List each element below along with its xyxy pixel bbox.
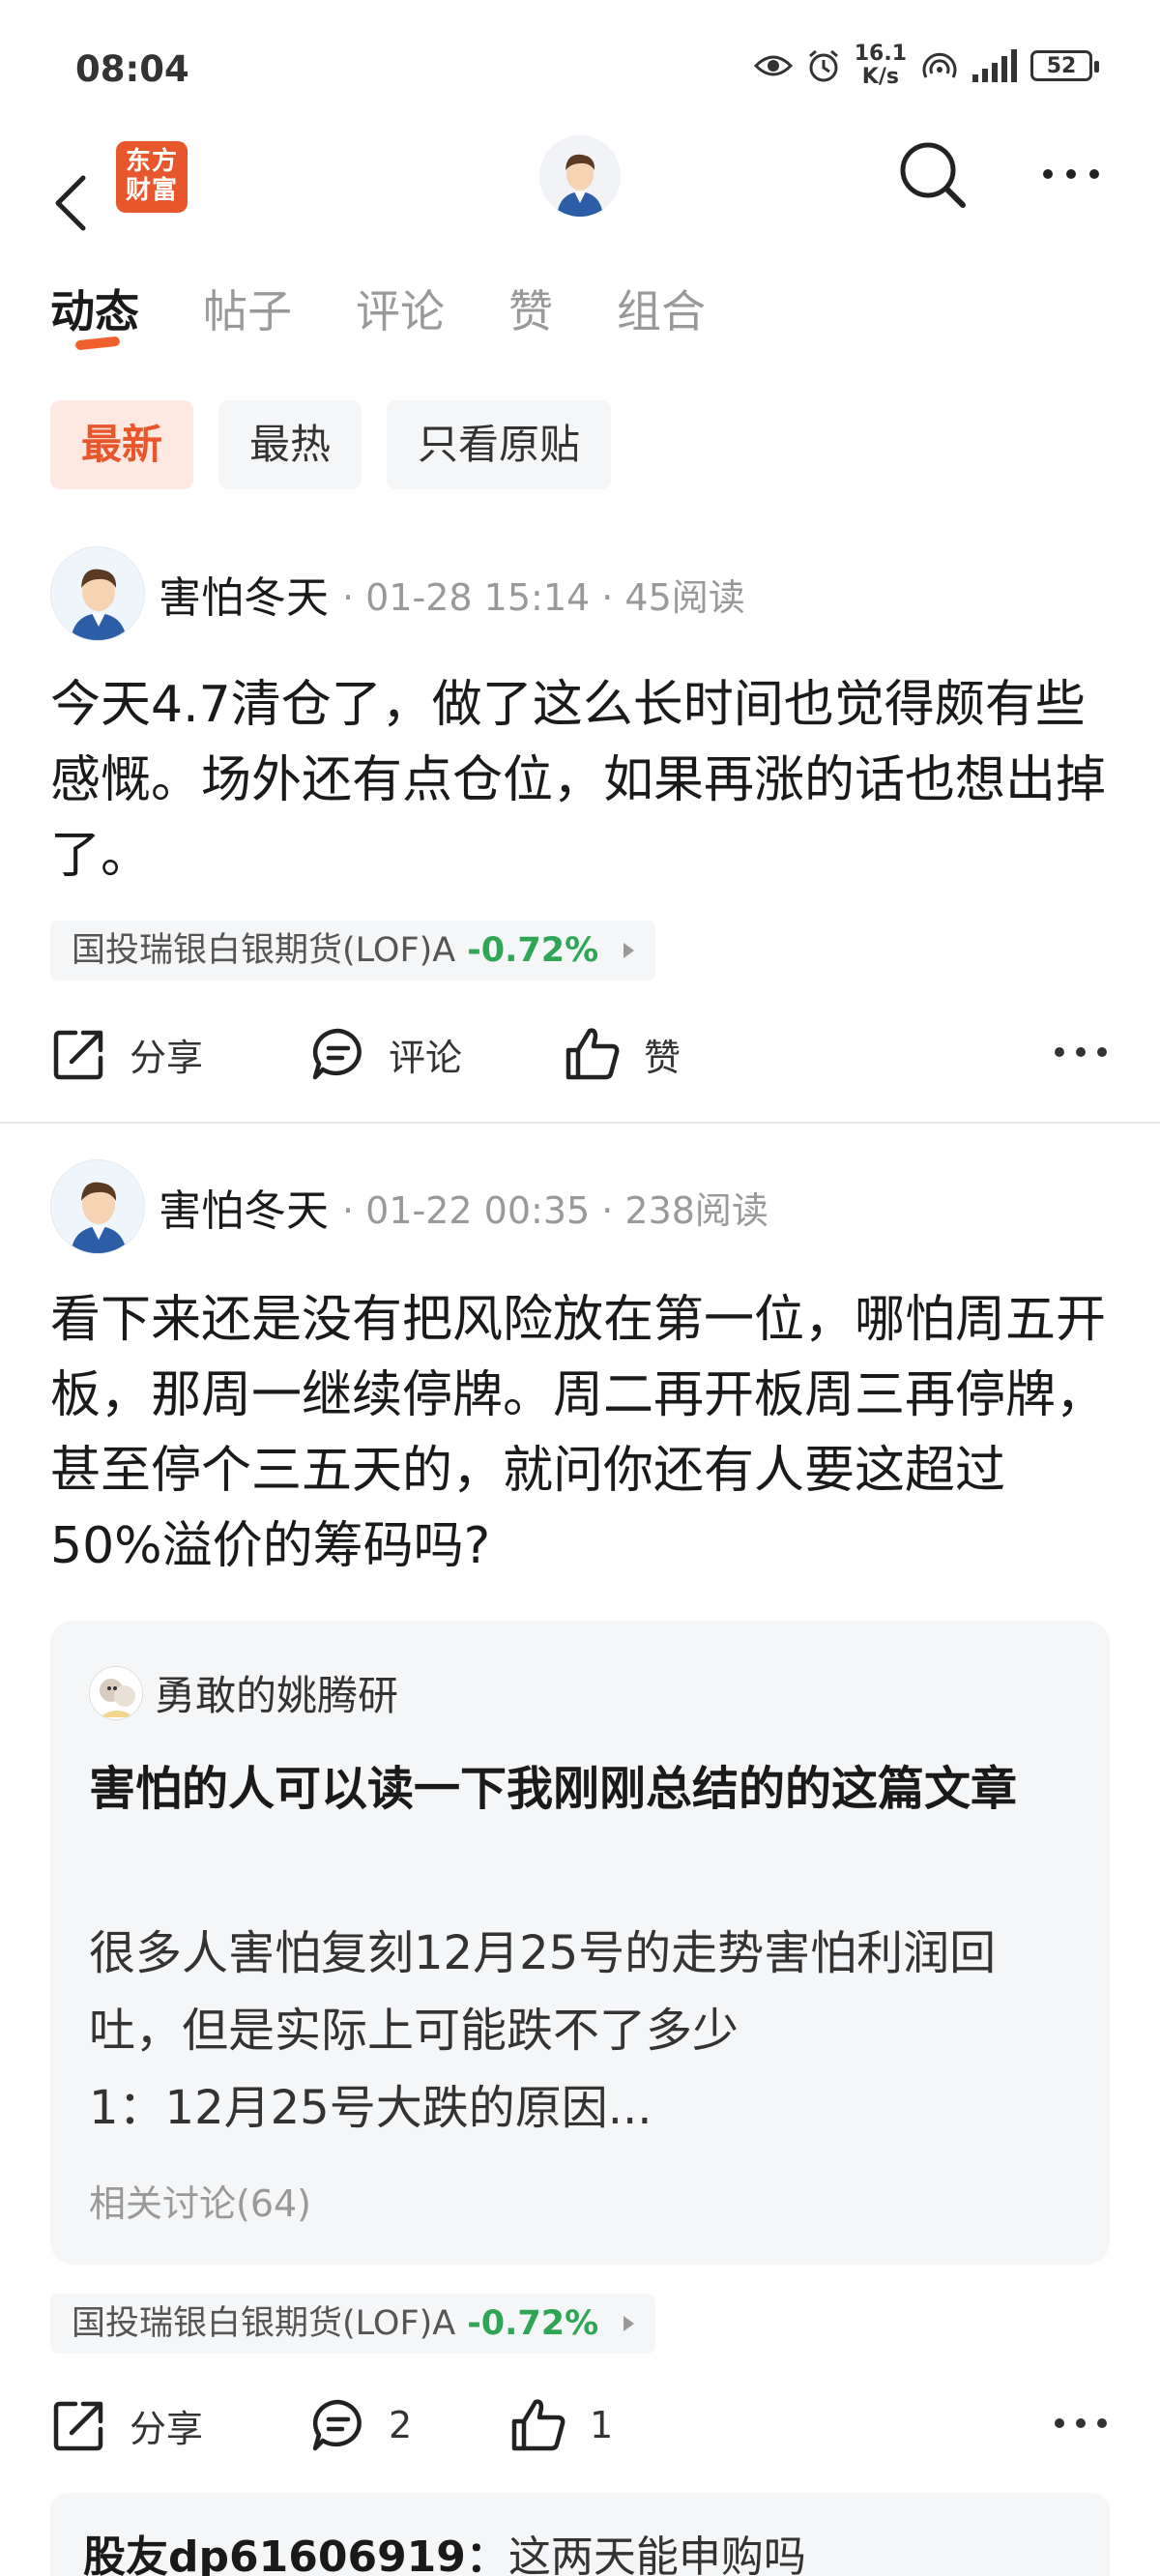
- fund-change: -0.72%: [467, 931, 599, 970]
- alarm-icon: [808, 49, 838, 82]
- quoted-article-summary: 很多人害怕复刻12月25号的走势害怕利润回吐，但是实际上可能跌不了多少 1：12…: [89, 1915, 1065, 2147]
- post-meta: · 01-28 15:14 · 45阅读: [342, 575, 745, 619]
- share-icon: [53, 2401, 103, 2451]
- quoted-author-name: 勇敢的姚腾研: [155, 1672, 399, 1719]
- avatar-illustration: [539, 135, 621, 217]
- app-logo[interactable]: 东方 财富: [116, 141, 188, 213]
- post-body[interactable]: 今天4.7清仓了，做了这么长时间也觉得颇有些感慨。场外还有点仓位，如果再涨的话也…: [50, 667, 1110, 893]
- share-icon: [53, 1030, 103, 1080]
- quoted-author: 勇敢的姚腾研: [89, 1663, 398, 1722]
- filter-chips: 最新 最热 只看原贴: [50, 400, 612, 489]
- like-button[interactable]: 1: [508, 2386, 613, 2464]
- comment-button[interactable]: 评论: [309, 1015, 462, 1093]
- status-bar: 08:04 16.1 K/s 52: [0, 0, 1160, 135]
- quoted-author-avatar: [89, 1665, 143, 1720]
- thumbs-up-icon: [511, 2399, 566, 2451]
- profile-tabs: 动态 帖子 评论 赞 组合: [50, 280, 769, 358]
- author-avatar[interactable]: [50, 546, 145, 641]
- author-name[interactable]: 害怕冬天: [159, 1176, 329, 1238]
- thumbs-up-icon: [566, 1028, 620, 1080]
- hotspot-icon: [922, 52, 957, 78]
- caret-right-icon: [624, 943, 635, 958]
- fund-tag[interactable]: 国投瑞银白银期货(LOF)A -0.72%: [50, 921, 656, 981]
- fund-name: 国投瑞银白银期货(LOF)A: [72, 931, 456, 970]
- post-actions: 分享 2 1: [50, 2386, 1110, 2464]
- comment-count: 2: [389, 2404, 413, 2446]
- avatar-illustration: [90, 1666, 142, 1719]
- back-arrow-icon[interactable]: [50, 172, 93, 234]
- fund-name: 国投瑞银白银期货(LOF)A: [72, 2304, 456, 2343]
- share-label: 分享: [130, 2407, 204, 2450]
- reply-author[interactable]: 股友dp61606919：: [83, 2532, 508, 2576]
- post-actions: 分享 评论 赞: [50, 1015, 1110, 1093]
- comment-icon: [312, 2399, 362, 2451]
- comment-button[interactable]: 2: [309, 2386, 412, 2464]
- fund-change: -0.72%: [467, 2304, 599, 2343]
- reply-text: 这两天能申购吗: [508, 2532, 806, 2576]
- post-card[interactable]: 害怕冬天 · 01-22 00:35 · 238阅读 看下来还是没有把风险放在第…: [0, 1156, 1160, 2576]
- top-nav: 东方 财富: [0, 135, 1160, 280]
- battery-icon: 52: [1030, 50, 1099, 81]
- share-button[interactable]: 分享: [50, 2386, 203, 2464]
- filter-hottest[interactable]: 最热: [218, 400, 362, 489]
- summary-line: 1：12月25号大跌的原因...: [89, 2081, 652, 2135]
- net-speed-unit: K/s: [861, 65, 899, 89]
- like-label: 赞: [644, 1036, 682, 1079]
- tab-portfolios[interactable]: 组合: [617, 280, 706, 348]
- post-more-icon[interactable]: [1052, 1033, 1110, 1071]
- post-body[interactable]: 看下来还是没有把风险放在第一位，哪怕周五开板，那周一继续停牌。周二再开板周三再停…: [50, 1282, 1110, 1584]
- user-avatar[interactable]: [539, 135, 621, 217]
- share-button[interactable]: 分享: [50, 1015, 203, 1093]
- post-meta: · 01-22 00:35 · 238阅读: [342, 1188, 768, 1232]
- logo-line-1: 东方: [125, 147, 178, 176]
- quoted-article-title: 害怕的人可以读一下我刚刚总结的的这篇文章: [89, 1762, 1018, 1816]
- reply-preview[interactable]: 股友dp61606919：这两天能申购吗: [50, 2493, 1110, 2576]
- caret-right-icon: [624, 2316, 635, 2331]
- status-time: 08:04: [75, 48, 189, 90]
- author-avatar[interactable]: [50, 1159, 145, 1254]
- logo-line-2: 财富: [125, 176, 178, 205]
- filter-original-only[interactable]: 只看原贴: [387, 400, 612, 489]
- comment-label: 评论: [389, 1036, 463, 1079]
- more-options-icon[interactable]: [1040, 155, 1102, 193]
- battery-level: 52: [1046, 53, 1077, 78]
- author-name[interactable]: 害怕冬天: [159, 563, 329, 625]
- post-header: 害怕冬天 · 01-28 15:14 · 45阅读: [50, 545, 745, 642]
- net-speed: 16.1 K/s: [855, 43, 907, 89]
- share-label: 分享: [130, 1036, 204, 1079]
- net-speed-value: 16.1: [854, 42, 907, 66]
- quoted-article-card[interactable]: 勇敢的姚腾研 害怕的人可以读一下我刚刚总结的的这篇文章 很多人害怕复刻12月25…: [50, 1621, 1110, 2265]
- related-discussions-link[interactable]: 相关讨论(64): [89, 2174, 311, 2227]
- eye-icon: [753, 55, 793, 76]
- post-more-icon[interactable]: [1052, 2404, 1110, 2443]
- summary-line: 很多人害怕复刻12月25号的走势害怕利润回吐，但是实际上可能跌不了多少: [89, 1926, 997, 2058]
- comment-icon: [312, 1028, 362, 1080]
- like-button[interactable]: 赞: [563, 1015, 681, 1093]
- fund-tag[interactable]: 国投瑞银白银期货(LOF)A -0.72%: [50, 2294, 656, 2354]
- tab-posts[interactable]: 帖子: [203, 280, 292, 348]
- tab-likes[interactable]: 赞: [508, 280, 553, 348]
- status-icons: 16.1 K/s 52: [753, 43, 1099, 89]
- signal-icon: [972, 49, 1017, 82]
- tab-dynamics[interactable]: 动态: [50, 280, 139, 348]
- post-header: 害怕冬天 · 01-22 00:35 · 238阅读: [50, 1158, 768, 1255]
- post-card[interactable]: 害怕冬天 · 01-28 15:14 · 45阅读 今天4.7清仓了，做了这么长…: [0, 542, 1160, 1122]
- search-icon[interactable]: [897, 139, 969, 211]
- avatar-illustration: [51, 547, 144, 640]
- post-divider: [0, 1122, 1160, 1124]
- like-count: 1: [590, 2404, 614, 2446]
- avatar-illustration: [51, 1160, 144, 1253]
- filter-latest[interactable]: 最新: [50, 400, 194, 489]
- tab-comments[interactable]: 评论: [356, 280, 445, 348]
